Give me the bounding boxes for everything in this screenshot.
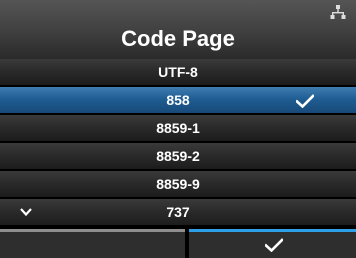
code-page-screen: Code Page UTF-8 858 8859-1 8859-2 8859-9… bbox=[0, 0, 356, 258]
list-item-label: 8859-9 bbox=[156, 176, 200, 192]
checkmark-icon bbox=[265, 238, 283, 252]
list-item-737[interactable]: 737 bbox=[0, 199, 356, 225]
back-button[interactable] bbox=[0, 229, 185, 258]
list-item-label: 8859-1 bbox=[156, 120, 200, 136]
footer-bar bbox=[0, 229, 356, 258]
checkmark-icon bbox=[296, 94, 314, 108]
code-page-list: UTF-8 858 8859-1 8859-2 8859-9 737 bbox=[0, 59, 356, 227]
list-item-8859-1[interactable]: 8859-1 bbox=[0, 115, 356, 141]
confirm-button[interactable] bbox=[189, 229, 356, 258]
network-icon bbox=[330, 5, 346, 19]
list-item-utf-8[interactable]: UTF-8 bbox=[0, 59, 356, 85]
page-title: Code Page bbox=[121, 26, 235, 51]
list-item-8859-9[interactable]: 8859-9 bbox=[0, 171, 356, 197]
list-item-858[interactable]: 858 bbox=[0, 87, 356, 113]
list-item-label: 737 bbox=[166, 204, 190, 220]
list-item-8859-2[interactable]: 8859-2 bbox=[0, 143, 356, 169]
list-item-label: UTF-8 bbox=[158, 64, 198, 80]
header-bar: Code Page bbox=[0, 0, 356, 59]
list-item-label: 8859-2 bbox=[156, 148, 200, 164]
